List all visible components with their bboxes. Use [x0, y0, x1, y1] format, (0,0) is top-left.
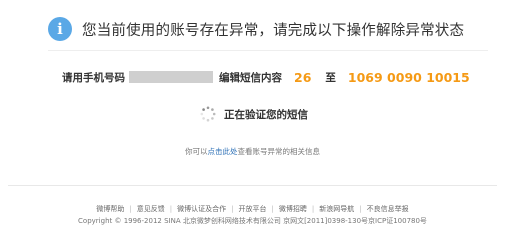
footer-separator: | [311, 205, 315, 213]
footer-link-weibo-help[interactable]: 微博帮助 [96, 205, 124, 213]
footer-separator: | [359, 205, 362, 213]
masked-phone-number [129, 71, 213, 83]
footer-link-careers[interactable]: 微博招聘 [279, 205, 307, 213]
footer-separator: | [129, 205, 132, 213]
footer-divider [8, 185, 497, 186]
sms-content-label: 编辑短信内容 [219, 71, 282, 84]
sms-instruction-row: 请用手机号码 编辑短信内容 26 至 1069 0090 10015 [62, 68, 470, 86]
footer-separator: | [231, 205, 234, 213]
header-divider [48, 50, 488, 51]
sms-code-value: 26 [294, 69, 312, 85]
header: i 您当前使用的账号存在异常，请完成以下操作解除异常状态 [48, 12, 488, 46]
footer-links: 微博帮助 | 意见反馈 | 微博认证及合作 | 开放平台 | 微博招聘 | 新浪网导航 | 不良信息举报 [0, 204, 505, 214]
to-label: 至 [325, 71, 336, 84]
phone-label: 请用手机号码 [62, 71, 125, 84]
help-text: 你可以点击此处查看账号异常的相关信息 [0, 146, 505, 157]
footer-link-verification[interactable]: 微博认证及合作 [177, 205, 226, 213]
page: i 您当前使用的账号存在异常，请完成以下操作解除异常状态 请用手机号码 编辑短信… [0, 0, 505, 237]
footer-link-open-platform[interactable]: 开放平台 [239, 205, 267, 213]
info-icon: i [48, 17, 72, 41]
verify-status-text: 正在验证您的短信 [224, 108, 308, 121]
footer-link-report[interactable]: 不良信息举报 [367, 205, 409, 213]
page-title: 您当前使用的账号存在异常，请完成以下操作解除异常状态 [82, 22, 465, 39]
help-prefix: 你可以 [185, 147, 208, 156]
help-suffix: 查看账号异常的相关信息 [237, 147, 321, 156]
loading-spinner-icon [200, 106, 216, 122]
click-here-link[interactable]: 点击此处 [208, 147, 238, 156]
copyright: Copyright © 1996-2012 SINA 北京微梦创科网络技术有限公… [78, 217, 427, 225]
verify-status: 正在验证您的短信 [200, 104, 308, 124]
footer-link-sina-navigation[interactable]: 新浪网导航 [319, 205, 354, 213]
footer-link-feedback[interactable]: 意见反馈 [137, 205, 165, 213]
target-number: 1069 0090 10015 [347, 69, 470, 85]
footer-separator: | [169, 205, 173, 213]
footer-separator: | [271, 205, 274, 213]
